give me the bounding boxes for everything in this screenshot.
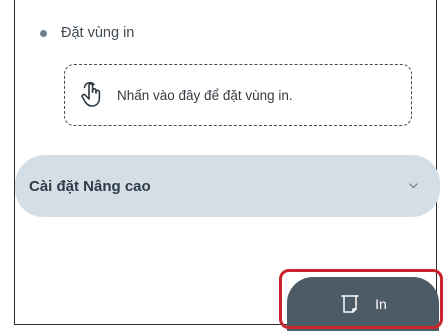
- advanced-settings-label: Cài đặt Nâng cao: [29, 177, 151, 195]
- print-area-heading-row: Đặt vùng in: [40, 25, 134, 41]
- set-print-area-hint: Nhấn vào đây để đặt vùng in.: [117, 87, 293, 103]
- chevron-down-icon: [408, 182, 418, 190]
- highlight-frame: [279, 269, 443, 329]
- advanced-settings-accordion[interactable]: Cài đặt Nâng cao: [15, 155, 440, 217]
- print-settings-screen: Đặt vùng in Nhấn vào đây để đặt vùng in.…: [0, 0, 446, 331]
- set-print-area-button[interactable]: Nhấn vào đây để đặt vùng in.: [64, 64, 412, 126]
- hand-pointer-icon: [79, 80, 105, 110]
- bullet-dot: [40, 29, 47, 37]
- print-area-heading: Đặt vùng in: [61, 25, 135, 41]
